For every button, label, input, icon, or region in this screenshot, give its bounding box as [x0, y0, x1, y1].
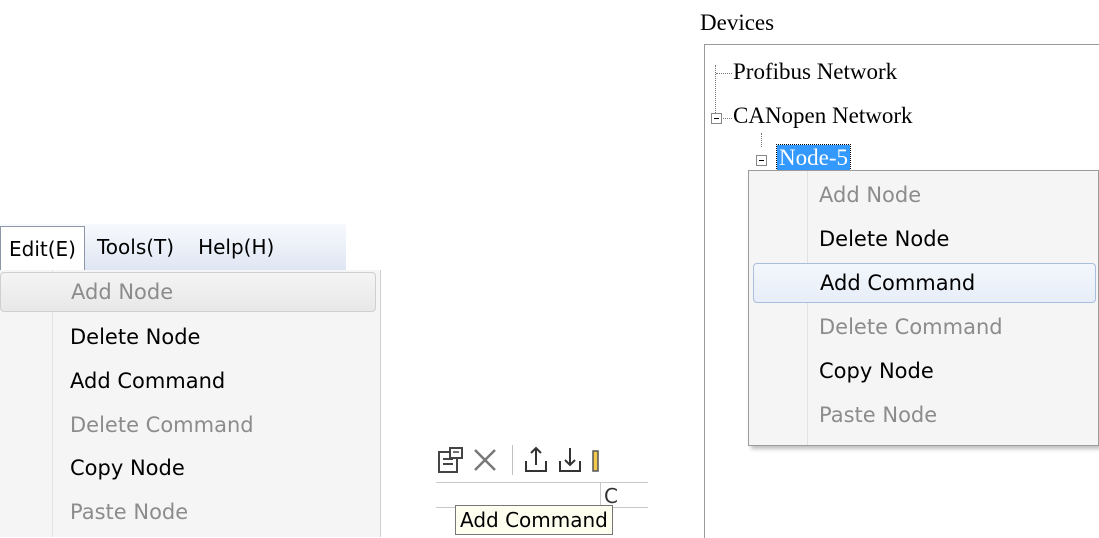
edit-menu-delete-node-label: Delete Node: [70, 325, 201, 349]
edit-menu-add-node-label: Add Node: [71, 280, 174, 304]
toolbar: [436, 438, 648, 482]
tree-node-profibus[interactable]: Profibus Network: [733, 59, 897, 85]
ctx-menu-add-node-label: Add Node: [819, 183, 922, 207]
ctx-menu-delete-node-label: Delete Node: [819, 227, 950, 251]
menu-help-label: Help(H): [198, 235, 275, 259]
partial-toolbar-icon[interactable]: [589, 445, 599, 475]
ctx-menu-copy-node[interactable]: Copy Node: [753, 351, 1096, 391]
ctx-menu-paste-node-label: Paste Node: [819, 403, 938, 427]
ctx-menu-delete-node[interactable]: Delete Node: [753, 219, 1096, 259]
tree-connector: [721, 118, 732, 119]
ctx-menu-add-node[interactable]: Add Node: [753, 175, 1096, 215]
devices-panel-title: Devices: [700, 10, 775, 35]
properties-icon[interactable]: [436, 445, 466, 475]
tree-node-node-5[interactable]: Node-5: [776, 144, 851, 171]
delete-icon[interactable]: [470, 445, 500, 475]
edit-menu-delete-node[interactable]: Delete Node: [0, 317, 376, 357]
edit-menu-delete-command[interactable]: Delete Command: [0, 405, 376, 445]
context-menu: Add Node Delete Node Add Command Delete …: [748, 170, 1099, 446]
tree-node-node-5-label: Node-5: [776, 144, 851, 171]
menu-tools-label: Tools(T): [96, 235, 175, 259]
edit-menu-add-node[interactable]: Add Node: [0, 272, 376, 312]
tree-connector: [716, 73, 732, 74]
edit-menu-paste-node-label: Paste Node: [70, 500, 189, 524]
grid-divider: [600, 483, 601, 507]
collapse-icon[interactable]: [756, 155, 767, 166]
ctx-menu-delete-command[interactable]: Delete Command: [753, 307, 1096, 347]
ctx-menu-copy-node-label: Copy Node: [819, 359, 934, 383]
menu-tools[interactable]: Tools(T): [85, 224, 186, 270]
tree-node-canopen-label: CANopen Network: [733, 103, 913, 128]
menu-edit[interactable]: Edit(E): [0, 226, 85, 270]
tree-connector: [761, 133, 762, 147]
edit-menu-delete-command-label: Delete Command: [70, 413, 254, 437]
edit-menu-add-command[interactable]: Add Command: [0, 361, 376, 401]
edit-dropdown-menu: Add Node Delete Node Add Command Delete …: [0, 270, 381, 537]
ctx-menu-add-command-label: Add Command: [820, 271, 976, 295]
menu-bar: Edit(E) Tools(T) Help(H): [0, 224, 346, 271]
ctx-menu-add-command[interactable]: Add Command: [753, 263, 1096, 303]
menu-edit-label: Edit(E): [9, 236, 76, 261]
edit-menu-add-command-label: Add Command: [70, 369, 226, 393]
collapse-icon[interactable]: [711, 113, 722, 124]
tree-node-profibus-label: Profibus Network: [733, 59, 898, 84]
edit-menu-paste-node[interactable]: Paste Node: [0, 492, 376, 532]
ctx-menu-delete-command-label: Delete Command: [819, 315, 1003, 339]
edit-menu-copy-node-label: Copy Node: [70, 456, 185, 480]
menu-help[interactable]: Help(H): [186, 224, 286, 270]
toolbar-separator: [512, 445, 513, 475]
ctx-menu-paste-node[interactable]: Paste Node: [753, 395, 1096, 435]
download-icon[interactable]: [555, 445, 585, 475]
tree-node-canopen[interactable]: CANopen Network: [733, 103, 913, 129]
upload-icon[interactable]: [521, 445, 551, 475]
edit-menu-copy-node[interactable]: Copy Node: [0, 448, 376, 488]
tooltip: Add Command: [455, 505, 613, 535]
